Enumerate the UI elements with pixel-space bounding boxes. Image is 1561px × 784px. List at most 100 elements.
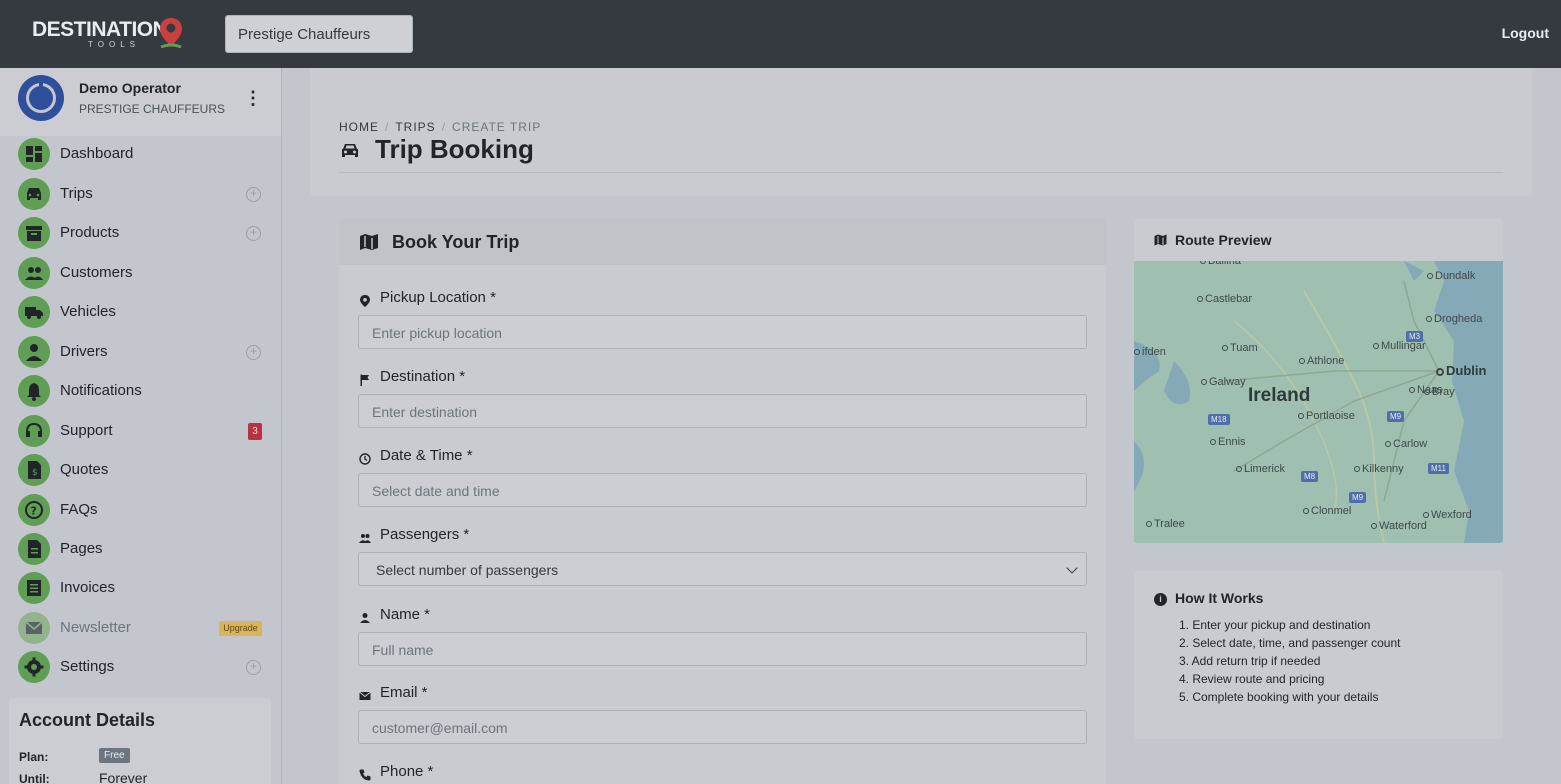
add-circle-icon[interactable]: + bbox=[246, 345, 261, 360]
sidebar-item-customers[interactable]: Customers bbox=[0, 255, 281, 291]
date-time-label: Date & Time * bbox=[380, 447, 473, 464]
sidebar-item-settings[interactable]: Settings + bbox=[0, 649, 281, 685]
step-item: 1. Enter your pickup and destination bbox=[1179, 618, 1371, 632]
people-icon bbox=[359, 531, 371, 543]
location-pin-icon bbox=[359, 294, 371, 307]
map-place-label: Ennis bbox=[1210, 436, 1246, 448]
map-place-label: Carlow bbox=[1385, 438, 1427, 450]
sidebar-item-newsletter[interactable]: Newsletter Upgrade bbox=[0, 610, 281, 646]
passengers-placeholder: Select number of passengers bbox=[376, 562, 559, 578]
person-icon bbox=[18, 336, 50, 368]
sidebar-item-label: Newsletter bbox=[60, 619, 131, 636]
name-input[interactable]: Full name bbox=[358, 632, 1087, 666]
question-icon: ? bbox=[18, 494, 50, 526]
destination-placeholder: Enter destination bbox=[372, 404, 478, 420]
sidebar-item-faqs[interactable]: ? FAQs bbox=[0, 492, 281, 528]
email-input[interactable]: customer@email.com bbox=[358, 710, 1087, 744]
flag-icon bbox=[359, 373, 371, 386]
step-item: 5. Complete booking with your details bbox=[1179, 690, 1379, 704]
map-place-label: Castlebar bbox=[1197, 293, 1252, 305]
road-shield: M18 bbox=[1208, 414, 1230, 425]
phone-label: Phone * bbox=[380, 763, 434, 780]
add-circle-icon[interactable]: + bbox=[246, 187, 261, 202]
pickup-location-label: Pickup Location * bbox=[380, 289, 496, 306]
sidebar-item-quotes[interactable]: $ Quotes bbox=[0, 452, 281, 488]
pickup-location-placeholder: Enter pickup location bbox=[372, 325, 502, 341]
until-value: Forever bbox=[99, 770, 148, 784]
step-item: 2. Select date, time, and passenger coun… bbox=[1179, 636, 1401, 650]
mail-icon bbox=[359, 689, 371, 701]
more-vertical-icon[interactable]: ⋮ bbox=[244, 89, 262, 109]
route-preview-card: Route Preview Ballina Dundalk Castlebar Dro… bbox=[1134, 219, 1503, 543]
phone-icon bbox=[359, 768, 371, 781]
breadcrumb: HOME / TRIPS / CREATE TRIP bbox=[339, 120, 542, 134]
destination-label: Destination * bbox=[380, 368, 466, 385]
map-place-label: Clonmel bbox=[1303, 505, 1351, 517]
map-place-label: Waterford bbox=[1371, 520, 1427, 532]
road-shield: M3 bbox=[1406, 331, 1424, 342]
pickup-location-input[interactable]: Enter pickup location bbox=[358, 315, 1087, 349]
passengers-select[interactable]: Select number of passengers bbox=[358, 552, 1087, 586]
sidebar-item-notifications[interactable]: Notifications bbox=[0, 373, 281, 409]
map-icon bbox=[360, 234, 378, 250]
clock-icon bbox=[359, 452, 371, 465]
map-place-label: Dundalk bbox=[1427, 270, 1475, 282]
sidebar-item-dashboard[interactable]: Dashboard bbox=[0, 136, 281, 172]
sidebar-item-trips[interactable]: Trips + bbox=[0, 176, 281, 212]
how-it-works-title: How It Works bbox=[1175, 590, 1264, 606]
user-company: PRESTIGE CHAUFFEURS bbox=[79, 102, 226, 116]
passengers-label: Passengers * bbox=[380, 526, 470, 543]
sidebar-item-invoices[interactable]: Invoices bbox=[0, 570, 281, 606]
sidebar-item-drivers[interactable]: Drivers + bbox=[0, 334, 281, 370]
breadcrumb-home[interactable]: HOME bbox=[339, 120, 379, 134]
map-place-label: ifden bbox=[1134, 346, 1166, 358]
sidebar-item-label: Quotes bbox=[60, 461, 109, 478]
road-shield: M8 bbox=[1301, 471, 1319, 482]
sidebar-item-label: Invoices bbox=[60, 579, 116, 596]
breadcrumb-trips[interactable]: TRIPS bbox=[395, 120, 435, 134]
logout-link[interactable]: Logout bbox=[1502, 25, 1549, 41]
map-place-label: Limerick bbox=[1236, 463, 1285, 475]
sidebar-item-pages[interactable]: Pages bbox=[0, 531, 281, 567]
map-place-label: Wexford bbox=[1423, 509, 1472, 521]
avatar[interactable] bbox=[18, 75, 64, 121]
svg-text:$: $ bbox=[32, 468, 38, 478]
road-shield: M9 bbox=[1387, 411, 1405, 422]
sidebar-item-label: Vehicles bbox=[60, 303, 116, 320]
map-place-label: Galway bbox=[1201, 376, 1246, 388]
sidebar-item-vehicles[interactable]: Vehicles bbox=[0, 294, 281, 330]
page-header: HOME / TRIPS / CREATE TRIP Trip Booking bbox=[310, 68, 1532, 196]
add-circle-icon[interactable]: + bbox=[246, 660, 261, 675]
map-place-label: Tuam bbox=[1222, 342, 1258, 354]
sidebar-item-support[interactable]: Support 3 bbox=[0, 413, 281, 449]
archive-icon bbox=[18, 217, 50, 249]
map-place-label: Drogheda bbox=[1426, 313, 1482, 325]
logo-subtext: TOOLS bbox=[88, 40, 140, 49]
date-time-input[interactable]: Select date and time bbox=[358, 473, 1087, 507]
step-item: 4. Review route and pricing bbox=[1179, 672, 1325, 686]
route-map[interactable]: Ballina Dundalk Castlebar Drogheda ifden Tuam… bbox=[1134, 261, 1503, 543]
upgrade-badge[interactable]: Upgrade bbox=[219, 621, 262, 636]
name-label: Name * bbox=[380, 606, 431, 623]
sidebar-item-label: Drivers bbox=[60, 343, 108, 360]
sidebar-item-label: Support bbox=[60, 422, 113, 439]
page-icon bbox=[18, 533, 50, 565]
location-pin-icon bbox=[160, 18, 182, 49]
until-label: Until: bbox=[19, 772, 50, 784]
destination-input[interactable]: Enter destination bbox=[358, 394, 1087, 428]
map-country-label: Ireland bbox=[1248, 385, 1311, 406]
step-item: 3. Add return trip if needed bbox=[1179, 654, 1321, 668]
date-time-placeholder: Select date and time bbox=[372, 483, 500, 499]
plan-label: Plan: bbox=[19, 750, 49, 764]
page-title: Trip Booking bbox=[375, 134, 534, 164]
sidebar-item-products[interactable]: Products + bbox=[0, 215, 281, 251]
sidebar-item-label: FAQs bbox=[60, 501, 98, 518]
dashboard-icon bbox=[18, 138, 50, 170]
name-placeholder: Full name bbox=[372, 642, 434, 658]
add-circle-icon[interactable]: + bbox=[246, 226, 261, 241]
destination-tools-logo[interactable]: DESTINATION TOOLS bbox=[32, 16, 192, 52]
how-it-works-card: i How It Works 1. Enter your pickup and … bbox=[1134, 571, 1503, 739]
user-name: Demo Operator bbox=[79, 80, 181, 96]
logo-text: DESTINATION bbox=[32, 18, 168, 41]
company-select[interactable]: Prestige Chauffeurs bbox=[225, 15, 413, 53]
